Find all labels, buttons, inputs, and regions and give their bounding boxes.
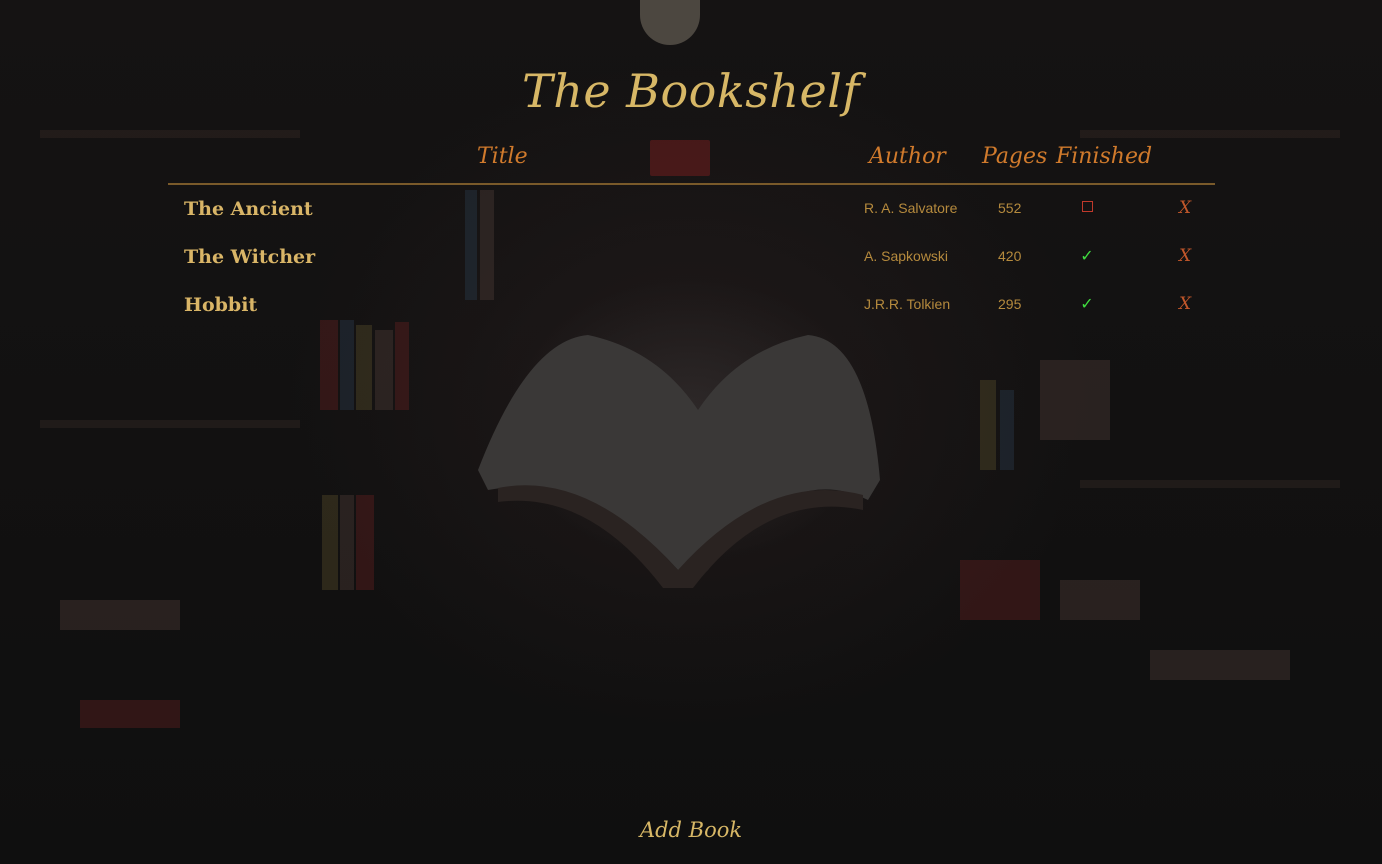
column-header-finished: Finished — [1056, 144, 1153, 169]
book-pages: 420 — [998, 248, 1022, 264]
book-author: J.R.R. Tolkien — [864, 296, 951, 312]
checkmark-icon: ✓ — [1080, 248, 1094, 265]
table-row: The Ancient R. A. Salvatore 552 X — [0, 198, 1382, 242]
background-image — [0, 0, 1382, 864]
book-pages: 552 — [998, 200, 1022, 216]
book-title: Hobbit — [184, 294, 258, 316]
table-row: Hobbit J.R.R. Tolkien 295 ✓ X — [0, 294, 1382, 338]
column-header-pages: Pages — [982, 144, 1048, 169]
page-title: The Bookshelf — [522, 64, 860, 118]
finished-toggle[interactable]: ✓ — [1080, 246, 1094, 266]
book-pages: 295 — [998, 296, 1022, 312]
header-divider — [168, 183, 1215, 185]
finished-toggle[interactable]: ✓ — [1080, 294, 1094, 314]
add-book-button[interactable]: Add Book — [0, 818, 1382, 842]
book-author: R. A. Salvatore — [864, 200, 958, 216]
book-title: The Witcher — [184, 246, 316, 268]
table-header: Title Author Pages Finished — [0, 144, 1382, 180]
empty-checkbox-icon — [1081, 201, 1093, 212]
column-header-title: Title — [477, 144, 528, 169]
checkmark-icon: ✓ — [1080, 296, 1094, 313]
book-author: A. Sapkowski — [864, 248, 949, 264]
column-header-author: Author — [869, 144, 946, 169]
delete-book-button[interactable]: X — [1179, 294, 1191, 314]
book-title: The Ancient — [184, 198, 313, 220]
lamp-decoration — [640, 0, 700, 45]
finished-toggle[interactable] — [1080, 198, 1094, 217]
open-book-decoration — [468, 330, 888, 590]
delete-book-button[interactable]: X — [1179, 246, 1191, 266]
delete-book-button[interactable]: X — [1179, 198, 1191, 218]
table-row: The Witcher A. Sapkowski 420 ✓ X — [0, 246, 1382, 290]
